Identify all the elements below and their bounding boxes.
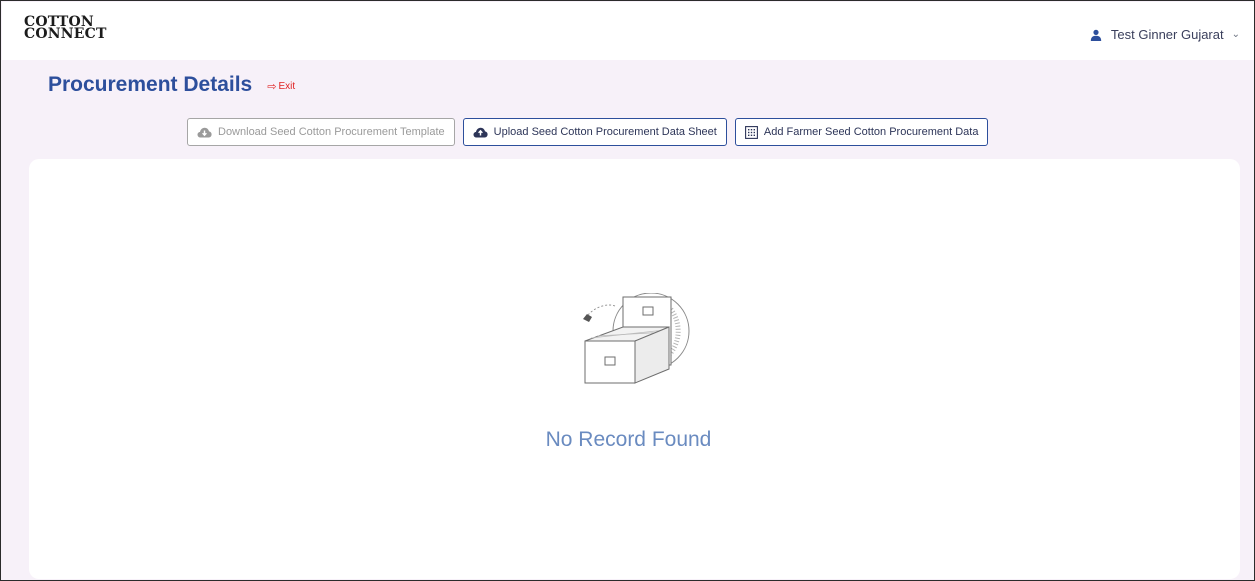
cotton-connect-logo[interactable]: COTTON CONNECT xyxy=(24,15,107,42)
logo-line-2: CONNECT xyxy=(24,26,107,42)
add-farmer-data-label: Add Farmer Seed Cotton Procurement Data xyxy=(763,126,979,138)
download-template-button[interactable]: Download Seed Cotton Procurement Templat… xyxy=(187,118,455,146)
cloud-download-icon xyxy=(197,127,212,138)
user-menu[interactable]: Test Ginner Gujarat ⌄ xyxy=(1090,27,1240,42)
cloud-upload-icon xyxy=(473,127,488,138)
exit-label: Exit xyxy=(278,81,296,92)
top-navbar: COTTON CONNECT Test Ginner Gujarat ⌄ xyxy=(2,2,1254,60)
user-name: Test Ginner Gujarat xyxy=(1110,27,1224,42)
file-cabinet-icon xyxy=(583,293,690,384)
exit-icon: ⇨ xyxy=(267,81,277,93)
grid-icon xyxy=(744,125,758,139)
user-icon xyxy=(1090,29,1102,41)
page-header: Procurement Details ⇨ Exit xyxy=(48,73,295,97)
empty-state-message: No Record Found xyxy=(545,428,712,451)
action-toolbar: Download Seed Cotton Procurement Templat… xyxy=(187,118,989,146)
chevron-down-icon: ⌄ xyxy=(1231,29,1240,40)
exit-button[interactable]: ⇨ Exit xyxy=(267,80,295,93)
app-window: COTTON CONNECT Test Ginner Gujarat ⌄ Pro… xyxy=(0,0,1255,581)
page-title: Procurement Details xyxy=(48,73,253,96)
upload-data-sheet-label: Upload Seed Cotton Procurement Data Shee… xyxy=(493,126,717,138)
upload-data-sheet-button[interactable]: Upload Seed Cotton Procurement Data Shee… xyxy=(462,118,727,146)
download-template-label: Download Seed Cotton Procurement Templat… xyxy=(218,126,445,138)
add-farmer-data-button[interactable]: Add Farmer Seed Cotton Procurement Data xyxy=(734,118,989,146)
